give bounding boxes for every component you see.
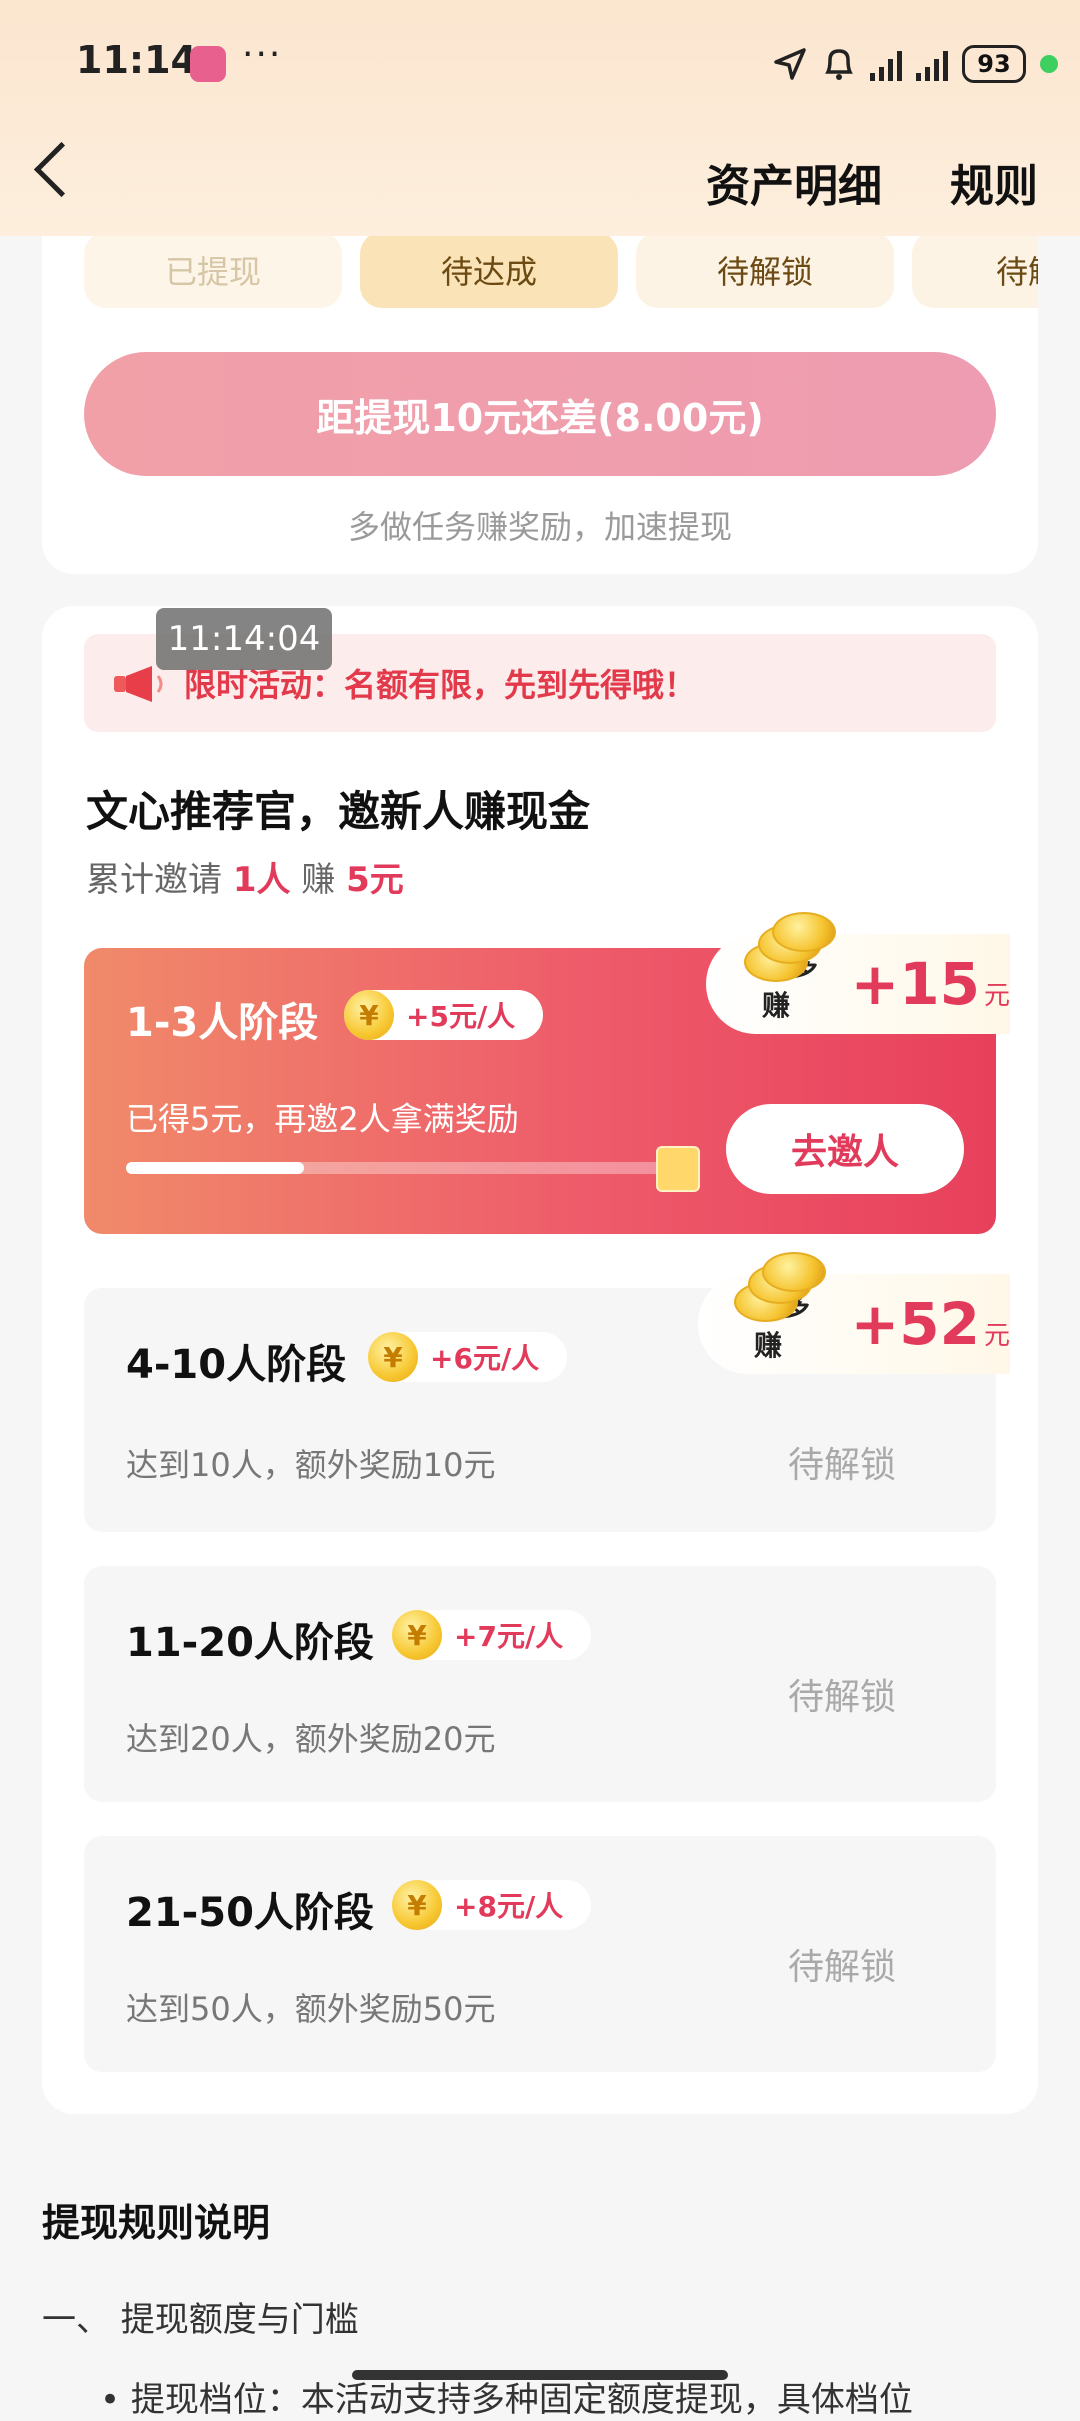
stage-progress-text: 已得5元，再邀2人拿满奖励: [126, 1100, 519, 1138]
stage-progress-fill: [126, 1162, 305, 1174]
max-earn-value: +52: [850, 1290, 980, 1358]
tab-pending-unlock[interactable]: 待解锁: [636, 232, 894, 308]
asset-detail-link[interactable]: 资产明细: [706, 150, 882, 214]
stage-desc: 达到50人，额外奖励50元: [126, 1990, 496, 2028]
stage-progress-bar: [126, 1162, 666, 1174]
withdraw-hint: 多做任务赚奖励，加速提现: [347, 508, 732, 546]
more-notifications-icon: ···: [242, 34, 283, 75]
stage-title: 1-3人阶段: [126, 1000, 319, 1046]
stage-status: 待解锁: [788, 1445, 897, 1486]
stage-status: 待解锁: [788, 1947, 897, 1988]
stage-title: 21-50人阶段: [126, 1890, 374, 1936]
invite-title: 文心推荐官，邀新人赚现金: [86, 787, 591, 836]
invite-button[interactable]: 去邀人: [726, 1104, 964, 1194]
invite-earn-label: 赚: [301, 860, 336, 900]
rules-section-heading: 一、 提现额度与门槛: [42, 2300, 359, 2340]
max-earn-unit: 元: [983, 980, 1010, 1011]
header: 11:14 ··· 93 资产明细 规则: [0, 0, 1080, 236]
coin-icon: ¥: [344, 990, 394, 1040]
stage-rate: +5元/人: [406, 1000, 516, 1033]
stage-title: 4-10人阶段: [126, 1342, 347, 1388]
tab-pending-achieve[interactable]: 待达成: [360, 232, 618, 308]
stage-status: 待解锁: [788, 1677, 897, 1718]
coin-icon: ¥: [368, 1332, 418, 1382]
location-arrow-icon: [774, 48, 806, 80]
invite-count: 1人: [232, 860, 291, 900]
app-notification-icon: [190, 46, 226, 82]
stage-desc: 达到10人，额外奖励10元: [126, 1446, 496, 1484]
signal-icon: [870, 47, 902, 81]
tab-more[interactable]: 待解锁: [912, 232, 1038, 308]
rules-title: 提现规则说明: [42, 2201, 271, 2245]
privacy-dot-icon: [1040, 55, 1058, 73]
signal-icon-2: [916, 47, 948, 81]
stage-title: 11-20人阶段: [126, 1620, 374, 1666]
status-icons: 93: [772, 36, 1058, 92]
back-arrow-icon[interactable]: [33, 141, 90, 198]
stage-desc: 达到20人，额外奖励20元: [126, 1720, 496, 1758]
invite-summary: 累计邀请 1人 赚 5元: [86, 852, 404, 901]
withdraw-gap-button[interactable]: 距提现10元还差(8.00元): [84, 352, 996, 476]
max-earn-value: +15: [850, 950, 980, 1018]
coin-icon: ¥: [392, 1610, 442, 1660]
stage-rate: +7元/人: [454, 1620, 564, 1653]
stage-rate: +8元/人: [454, 1890, 564, 1923]
megaphone-icon: [114, 666, 163, 702]
tab-withdrawn[interactable]: 已提现: [84, 232, 342, 308]
status-time: 11:14: [76, 38, 197, 82]
stage-rate: +6元/人: [430, 1342, 540, 1375]
gift-icon: [656, 1146, 700, 1192]
home-indicator[interactable]: [352, 2370, 728, 2380]
battery-icon: 93: [962, 45, 1026, 83]
timestamp-overlay: 11:14:04: [156, 608, 332, 670]
max-earn-unit: 元: [983, 1320, 1010, 1351]
bell-icon: [825, 49, 853, 80]
rules-link[interactable]: 规则: [950, 150, 1038, 214]
withdraw-tabs: 已提现 待达成 待解锁 待解锁: [84, 232, 1038, 308]
invite-earned: 5元: [346, 860, 404, 900]
invite-summary-label: 累计邀请: [86, 860, 222, 900]
coin-icon: ¥: [392, 1880, 442, 1930]
